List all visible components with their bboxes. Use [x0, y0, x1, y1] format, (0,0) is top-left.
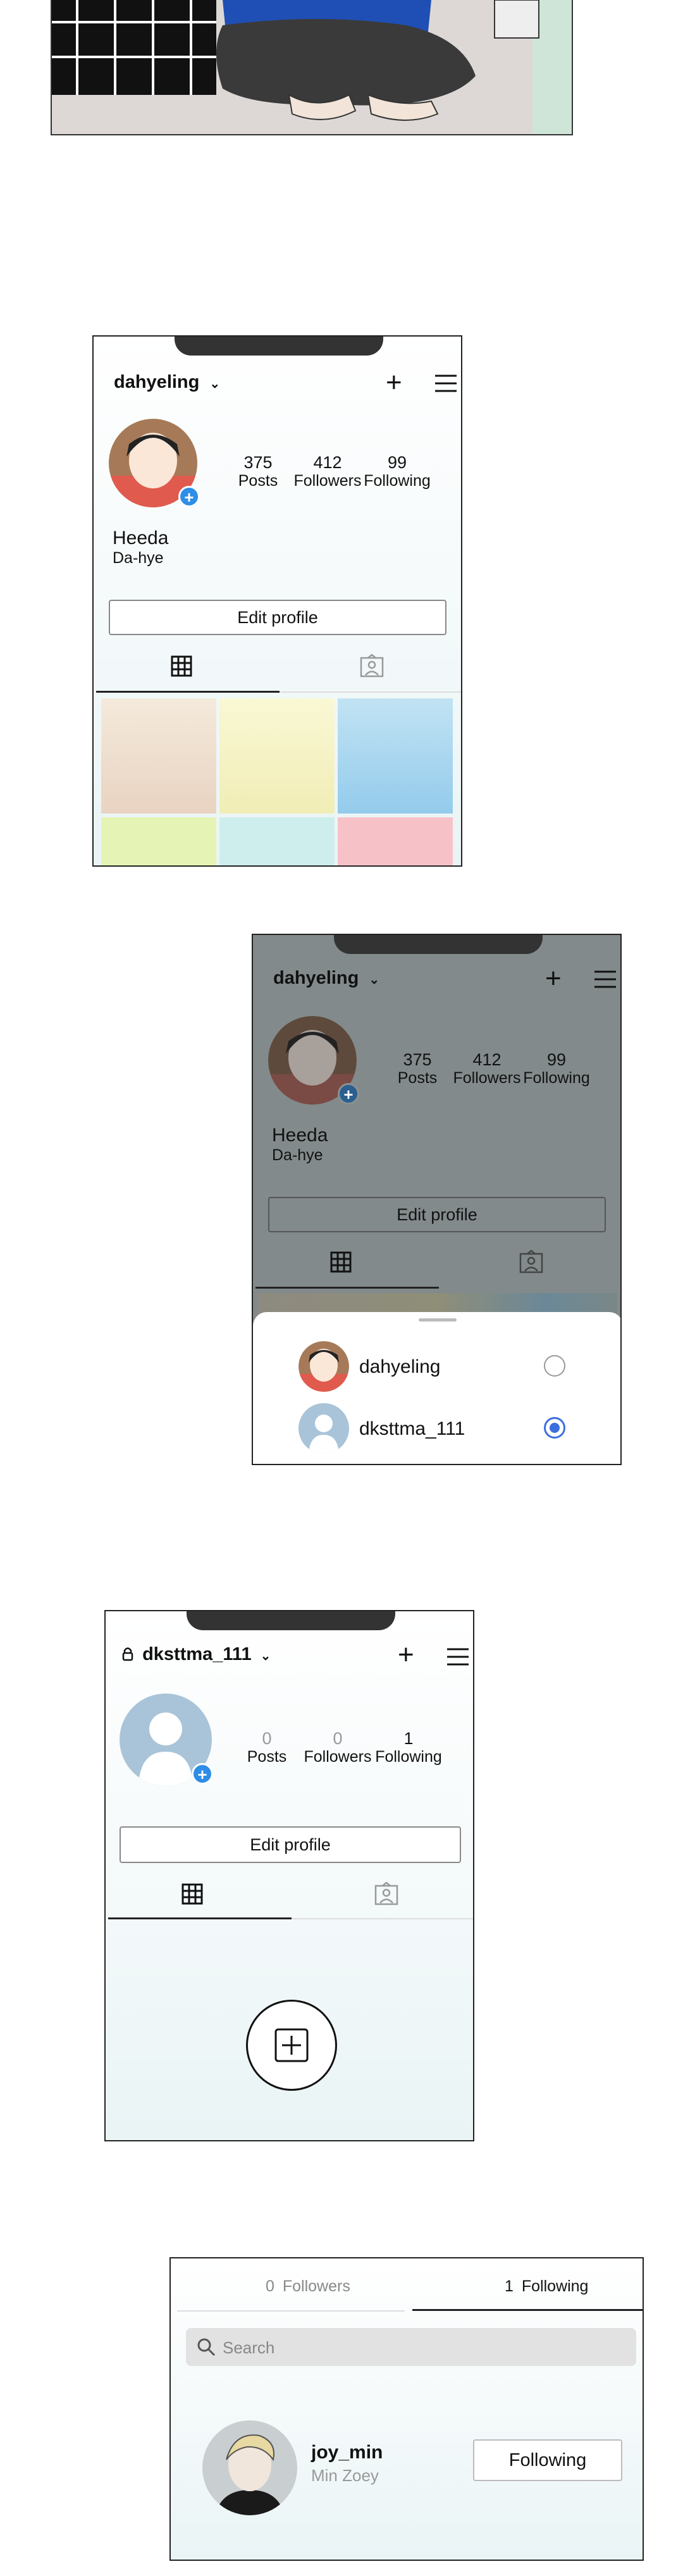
phone-notch — [187, 1611, 395, 1630]
radio-selected-icon[interactable] — [544, 1417, 565, 1439]
edit-profile-button[interactable]: Edit profile — [120, 1826, 461, 1863]
display-name: Heeda — [113, 528, 169, 548]
account-name: dahyeling — [359, 1356, 441, 1377]
tagged-tab-icon[interactable] — [519, 1249, 544, 1277]
username-switcher[interactable]: dksttma_111 ⌄ — [122, 1644, 271, 1666]
radio-unselected-icon[interactable] — [544, 1355, 565, 1377]
username-label: dksttma_111 — [142, 1644, 252, 1664]
user-avatar-joy-min[interactable] — [202, 2420, 297, 2515]
tab-separator — [292, 1918, 473, 1919]
grid-tab-icon[interactable] — [330, 1251, 352, 1276]
post-tile-6[interactable] — [338, 817, 453, 865]
account-row-dksttma[interactable]: dksttma_111 — [253, 1399, 620, 1456]
username-switcher[interactable]: dahyeling ⌄ — [273, 968, 379, 989]
plus-icon[interactable]: + — [398, 1639, 414, 1671]
phone-notch — [334, 935, 543, 954]
add-post-icon — [274, 2028, 309, 2062]
username-switcher[interactable]: dahyeling ⌄ — [114, 372, 220, 393]
plus-icon[interactable]: + — [545, 963, 562, 994]
followers-count[interactable]: 0 — [297, 1729, 379, 1749]
username-label: dahyeling — [114, 372, 200, 392]
posts-count: 0 — [262, 1729, 272, 1748]
user-handle[interactable]: joy_min — [311, 2442, 383, 2463]
post-tile-2[interactable] — [219, 698, 335, 814]
profile-panel-dahyeling: dahyeling ⌄ + + 375 Posts 412 Followers … — [92, 335, 462, 867]
tab-separator — [177, 2310, 405, 2312]
account-switch-sheet: dahyeling dksttma_111 — [253, 1312, 620, 1464]
following-list-panel: 0 Followers 1 Following Search joy_min M… — [169, 2257, 644, 2561]
sub-name: Da-hye — [272, 1146, 323, 1164]
account-avatar-placeholder — [298, 1403, 349, 1454]
add-story-icon[interactable]: + — [192, 1763, 213, 1785]
menu-icon[interactable] — [435, 373, 458, 397]
add-story-icon[interactable]: + — [338, 1083, 359, 1105]
chevron-down-icon: ⌄ — [209, 377, 221, 391]
grid-tab-icon[interactable] — [182, 1883, 203, 1908]
tagged-tab-icon[interactable] — [374, 1881, 399, 1909]
post-tile-5[interactable] — [219, 817, 335, 865]
following-count[interactable]: 99 — [515, 1050, 598, 1070]
followers-label[interactable]: Followers — [297, 1748, 379, 1766]
menu-icon[interactable] — [447, 1647, 470, 1670]
comic-illustration — [52, 0, 572, 134]
following-button[interactable]: Following — [473, 2439, 622, 2481]
active-tab-indicator — [96, 691, 280, 693]
following-count[interactable]: 99 — [356, 453, 438, 473]
post-tile-1[interactable] — [101, 698, 216, 814]
edit-profile-button[interactable]: Edit profile — [109, 600, 446, 635]
following-label[interactable]: Following — [515, 1069, 598, 1087]
active-tab-indicator — [412, 2309, 643, 2311]
username-label: dahyeling — [273, 968, 359, 988]
grid-tab-icon[interactable] — [171, 655, 192, 680]
active-tab-indicator — [255, 1287, 439, 1289]
edit-profile-button[interactable]: Edit profile — [268, 1197, 606, 1232]
followers-label: Followers — [282, 2277, 350, 2295]
post-tile-4[interactable] — [101, 817, 216, 865]
lock-icon — [122, 1645, 133, 1666]
post-tile-3[interactable] — [338, 698, 453, 814]
account-name: dksttma_111 — [359, 1418, 465, 1439]
active-tab-indicator — [108, 1917, 292, 1919]
account-avatar — [298, 1341, 349, 1392]
posts-label: Posts — [247, 1748, 287, 1766]
search-bar[interactable]: Search — [186, 2328, 636, 2366]
tab-separator — [280, 691, 461, 693]
display-name: Heeda — [272, 1125, 328, 1146]
profile-panel-dksttma: dksttma_111 ⌄ + + 0 Posts 0 Followers 1 … — [104, 1610, 474, 2141]
account-switcher-panel: dahyeling ⌄ + + 375 Posts 412 Followers … — [252, 934, 622, 1465]
sheet-handle[interactable] — [419, 1318, 457, 1322]
tagged-tab-icon[interactable] — [359, 653, 385, 681]
following-label[interactable]: Following — [367, 1748, 450, 1766]
account-row-dahyeling[interactable]: dahyeling — [253, 1337, 620, 1394]
following-count[interactable]: 1 — [367, 1729, 450, 1749]
following-label[interactable]: Following — [356, 472, 438, 490]
plus-icon[interactable]: + — [386, 367, 402, 399]
comic-panel-top — [51, 0, 573, 135]
add-post-button[interactable] — [246, 2000, 337, 2091]
followers-count: 0 — [266, 2277, 274, 2295]
chevron-down-icon: ⌄ — [260, 1649, 271, 1663]
search-icon — [196, 2337, 216, 2360]
chevron-down-icon: ⌄ — [369, 973, 380, 987]
phone-notch — [175, 337, 383, 356]
user-name: Min Zoey — [311, 2466, 379, 2485]
tab-followers[interactable]: 0 Followers — [266, 2277, 350, 2296]
search-input[interactable]: Search — [223, 2338, 274, 2358]
menu-icon[interactable] — [594, 969, 617, 993]
sub-name: Da-hye — [113, 549, 164, 567]
add-story-icon[interactable]: + — [178, 486, 200, 507]
following-label: Following — [521, 2277, 589, 2295]
following-count: 1 — [505, 2277, 514, 2295]
tab-following[interactable]: 1 Following — [505, 2277, 588, 2296]
